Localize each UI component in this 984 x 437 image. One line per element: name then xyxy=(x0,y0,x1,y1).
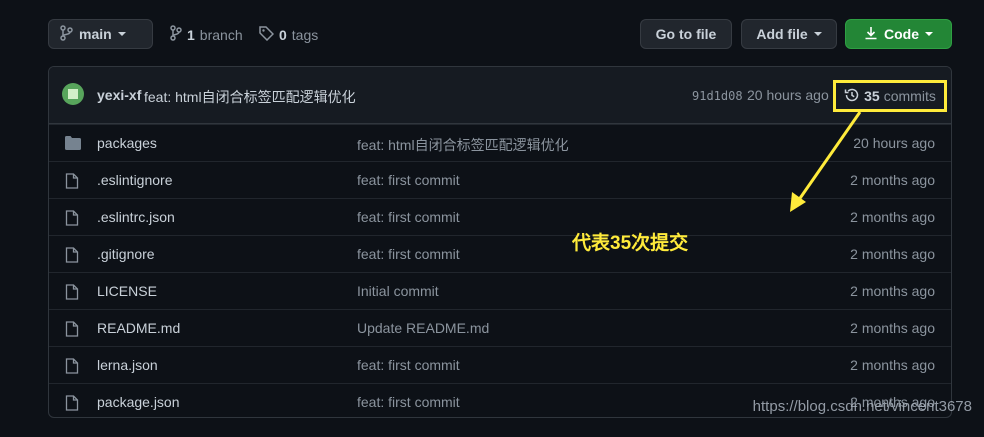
tag-count: 0 xyxy=(279,26,287,43)
watermark: https://blog.csdn.net/vincent3678 xyxy=(752,398,972,415)
tag-word: tags xyxy=(291,26,319,43)
chevron-down-icon xyxy=(813,32,822,36)
file-icon xyxy=(65,247,79,266)
branch-select-button[interactable]: main xyxy=(48,19,153,49)
file-icon xyxy=(65,210,79,229)
file-name[interactable]: .eslintrc.json xyxy=(97,209,175,225)
commit-word: commits xyxy=(883,88,936,104)
tags-link[interactable]: 0 tags xyxy=(258,25,318,44)
file-name[interactable]: package.json xyxy=(97,394,180,410)
go-to-file-button[interactable]: Go to file xyxy=(640,19,732,49)
tag-icon xyxy=(258,25,275,44)
file-name[interactable]: lerna.json xyxy=(97,357,158,373)
git-branch-icon xyxy=(59,24,73,44)
commit-time: 20 hours ago xyxy=(747,87,829,103)
branches-link[interactable]: 1 branch xyxy=(170,25,243,44)
go-to-file-label: Go to file xyxy=(655,26,717,42)
file-name[interactable]: packages xyxy=(97,135,157,151)
branch-word: branch xyxy=(199,26,243,43)
commit-author[interactable]: yexi-xf xyxy=(97,87,141,103)
file-commit-message[interactable]: feat: first commit xyxy=(357,246,460,262)
avatar[interactable] xyxy=(62,83,84,105)
file-name[interactable]: README.md xyxy=(97,320,180,336)
file-icon xyxy=(65,173,79,192)
file-name[interactable]: LICENSE xyxy=(97,283,157,299)
branch-count: 1 xyxy=(187,26,195,43)
file-commit-message[interactable]: feat: html自闭合标签匹配逻辑优化 xyxy=(357,135,569,155)
file-name[interactable]: .eslintignore xyxy=(97,172,173,188)
file-icon xyxy=(65,395,79,414)
file-icon xyxy=(65,321,79,340)
file-commit-message[interactable]: feat: first commit xyxy=(357,357,460,373)
file-commit-message[interactable]: feat: first commit xyxy=(357,209,460,225)
code-button[interactable]: Code xyxy=(845,19,952,49)
file-commit-time: 2 months ago xyxy=(850,320,935,336)
download-icon xyxy=(864,26,878,43)
commit-sha[interactable]: 91d1d08 xyxy=(692,89,743,103)
file-icon xyxy=(65,358,79,377)
file-commit-time: 2 months ago xyxy=(850,246,935,262)
file-commit-message[interactable]: Initial commit xyxy=(357,283,439,299)
branch-name: main xyxy=(79,26,112,42)
file-commit-time: 2 months ago xyxy=(850,283,935,299)
file-row[interactable]: .gitignore feat: first commit 2 months a… xyxy=(49,235,951,272)
chevron-down-icon xyxy=(117,32,126,36)
repo-toolbar: main 1 branch 0 tags Go to file Add file… xyxy=(48,19,952,51)
chevron-down-icon xyxy=(925,32,933,36)
annotation-arrow xyxy=(790,111,862,212)
file-commit-message[interactable]: feat: first commit xyxy=(357,172,460,188)
file-commit-message[interactable]: Update README.md xyxy=(357,320,489,336)
history-icon xyxy=(844,87,860,106)
file-name[interactable]: .gitignore xyxy=(97,246,155,262)
commit-count: 35 xyxy=(864,88,880,104)
code-label: Code xyxy=(884,26,919,42)
file-icon xyxy=(65,284,79,303)
commit-message[interactable]: feat: html自闭合标签匹配逻辑优化 xyxy=(144,87,356,107)
folder-icon xyxy=(65,136,81,153)
file-row[interactable]: LICENSE Initial commit 2 months ago xyxy=(49,272,951,309)
file-row[interactable]: README.md Update README.md 2 months ago xyxy=(49,309,951,346)
file-commit-time: 2 months ago xyxy=(850,357,935,373)
file-commit-message[interactable]: feat: first commit xyxy=(357,394,460,410)
git-branch-icon xyxy=(170,25,182,44)
annotation-label: 代表35次提交 xyxy=(572,233,689,254)
add-file-label: Add file xyxy=(756,26,808,42)
add-file-button[interactable]: Add file xyxy=(741,19,837,49)
file-row[interactable]: lerna.json feat: first commit 2 months a… xyxy=(49,346,951,383)
